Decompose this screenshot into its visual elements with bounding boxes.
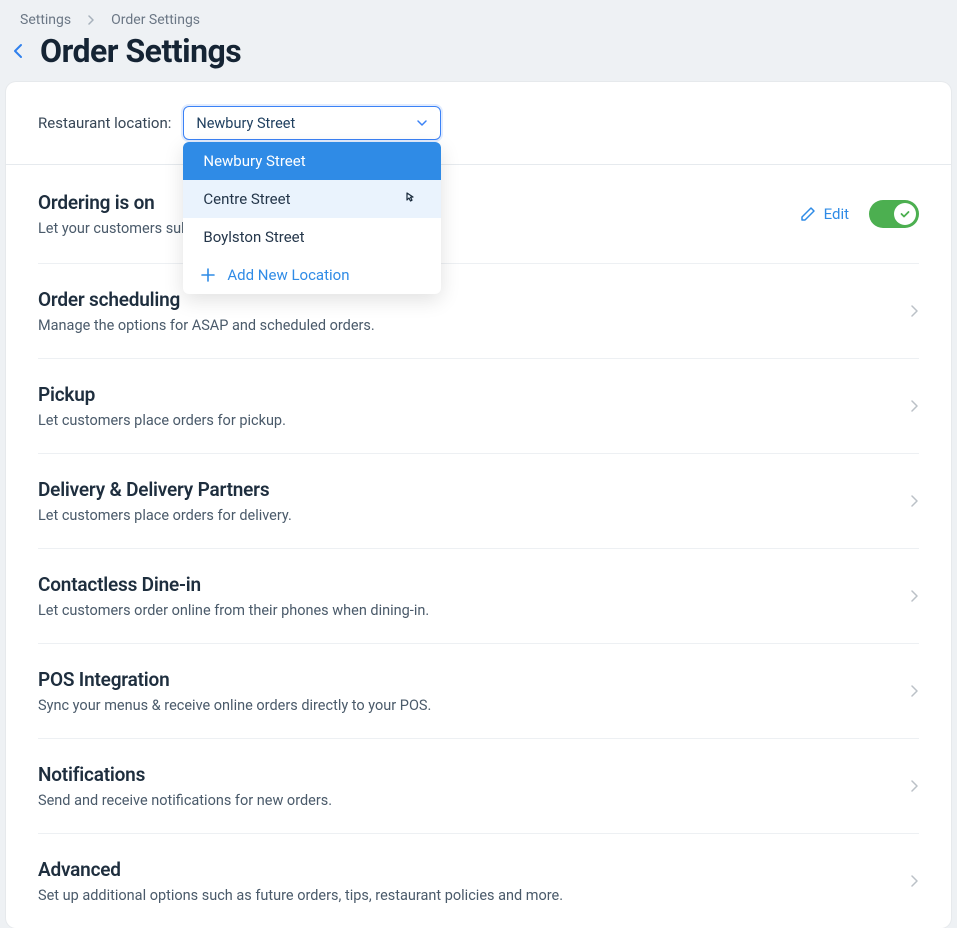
- section-chevron: [910, 874, 919, 888]
- section-chevron: [910, 304, 919, 318]
- section-dinein[interactable]: Contactless Dine-in Let customers order …: [38, 549, 919, 644]
- section-chevron: [910, 684, 919, 698]
- plus-icon: [201, 268, 215, 282]
- location-option-centre[interactable]: Centre Street: [183, 180, 441, 218]
- add-location-label: Add New Location: [227, 266, 349, 284]
- section-chevron: [910, 589, 919, 603]
- section-text: Contactless Dine-in Let customers order …: [38, 573, 429, 619]
- settings-card: Restaurant location: Newbury Street Newb…: [6, 82, 951, 928]
- section-title-advanced: Advanced: [38, 858, 563, 881]
- location-dropdown: Newbury Street Centre Street Boylston St…: [183, 142, 441, 294]
- section-title-dinein: Contactless Dine-in: [38, 573, 429, 596]
- chevron-right-icon: [910, 779, 919, 793]
- location-option-newbury[interactable]: Newbury Street: [183, 142, 441, 180]
- add-location-button[interactable]: Add New Location: [183, 256, 441, 294]
- section-delivery[interactable]: Delivery & Delivery Partners Let custome…: [38, 454, 919, 549]
- chevron-right-icon: [910, 589, 919, 603]
- section-title-pos: POS Integration: [38, 668, 431, 691]
- sections-container: Ordering is on Let your customers submit…: [6, 165, 951, 928]
- location-select[interactable]: Newbury Street: [183, 106, 441, 140]
- ordering-toggle[interactable]: [869, 200, 919, 228]
- chevron-right-icon: [87, 15, 95, 25]
- chevron-right-icon: [910, 494, 919, 508]
- section-text: POS Integration Sync your menus & receiv…: [38, 668, 431, 714]
- section-desc-dinein: Let customers order online from their ph…: [38, 602, 429, 619]
- section-desc-delivery: Let customers place orders for delivery.: [38, 507, 292, 524]
- section-notifications[interactable]: Notifications Send and receive notificat…: [38, 739, 919, 834]
- location-option-label: Centre Street: [203, 190, 290, 208]
- section-scheduling[interactable]: Order scheduling Manage the options for …: [38, 264, 919, 359]
- location-option-boylston[interactable]: Boylston Street: [183, 218, 441, 256]
- edit-button[interactable]: Edit: [800, 205, 849, 223]
- breadcrumb-current: Order Settings: [111, 12, 200, 28]
- section-text: Pickup Let customers place orders for pi…: [38, 383, 286, 429]
- location-row: Restaurant location: Newbury Street Newb…: [6, 82, 951, 165]
- chevron-right-icon: [910, 874, 919, 888]
- section-chevron: [910, 494, 919, 508]
- back-button[interactable]: [8, 38, 28, 64]
- section-advanced[interactable]: Advanced Set up additional options such …: [38, 834, 919, 928]
- location-label: Restaurant location:: [38, 114, 171, 132]
- section-pickup[interactable]: Pickup Let customers place orders for pi…: [38, 359, 919, 454]
- chevron-down-icon: [416, 119, 428, 127]
- toggle-knob: [894, 203, 916, 225]
- section-text: Notifications Send and receive notificat…: [38, 763, 332, 809]
- section-desc-pos: Sync your menus & receive online orders …: [38, 697, 431, 714]
- section-desc-notifications: Send and receive notifications for new o…: [38, 792, 332, 809]
- section-text: Delivery & Delivery Partners Let custome…: [38, 478, 292, 524]
- section-chevron: [910, 399, 919, 413]
- section-title-notifications: Notifications: [38, 763, 332, 786]
- section-pos[interactable]: POS Integration Sync your menus & receiv…: [38, 644, 919, 739]
- section-title-delivery: Delivery & Delivery Partners: [38, 478, 292, 501]
- section-text: Advanced Set up additional options such …: [38, 858, 563, 904]
- section-desc-pickup: Let customers place orders for pickup.: [38, 412, 286, 429]
- section-ordering[interactable]: Ordering is on Let your customers submit…: [38, 165, 919, 264]
- chevron-right-icon: [910, 684, 919, 698]
- section-text: Order scheduling Manage the options for …: [38, 288, 375, 334]
- section-actions: Edit: [800, 200, 919, 228]
- section-title-pickup: Pickup: [38, 383, 286, 406]
- cursor-icon: [401, 190, 417, 208]
- edit-label: Edit: [824, 205, 849, 223]
- breadcrumb: Settings Order Settings: [0, 0, 957, 32]
- pencil-icon: [800, 206, 816, 222]
- section-desc-advanced: Set up additional options such as future…: [38, 887, 563, 904]
- section-chevron: [910, 779, 919, 793]
- page-title: Order Settings: [40, 32, 241, 70]
- section-desc-scheduling: Manage the options for ASAP and schedule…: [38, 317, 375, 334]
- location-select-wrap: Newbury Street Newbury Street Centre Str…: [183, 106, 441, 140]
- page-header: Order Settings: [0, 32, 957, 82]
- chevron-right-icon: [910, 399, 919, 413]
- location-selected-value: Newbury Street: [196, 115, 295, 132]
- breadcrumb-root[interactable]: Settings: [20, 12, 71, 28]
- chevron-right-icon: [910, 304, 919, 318]
